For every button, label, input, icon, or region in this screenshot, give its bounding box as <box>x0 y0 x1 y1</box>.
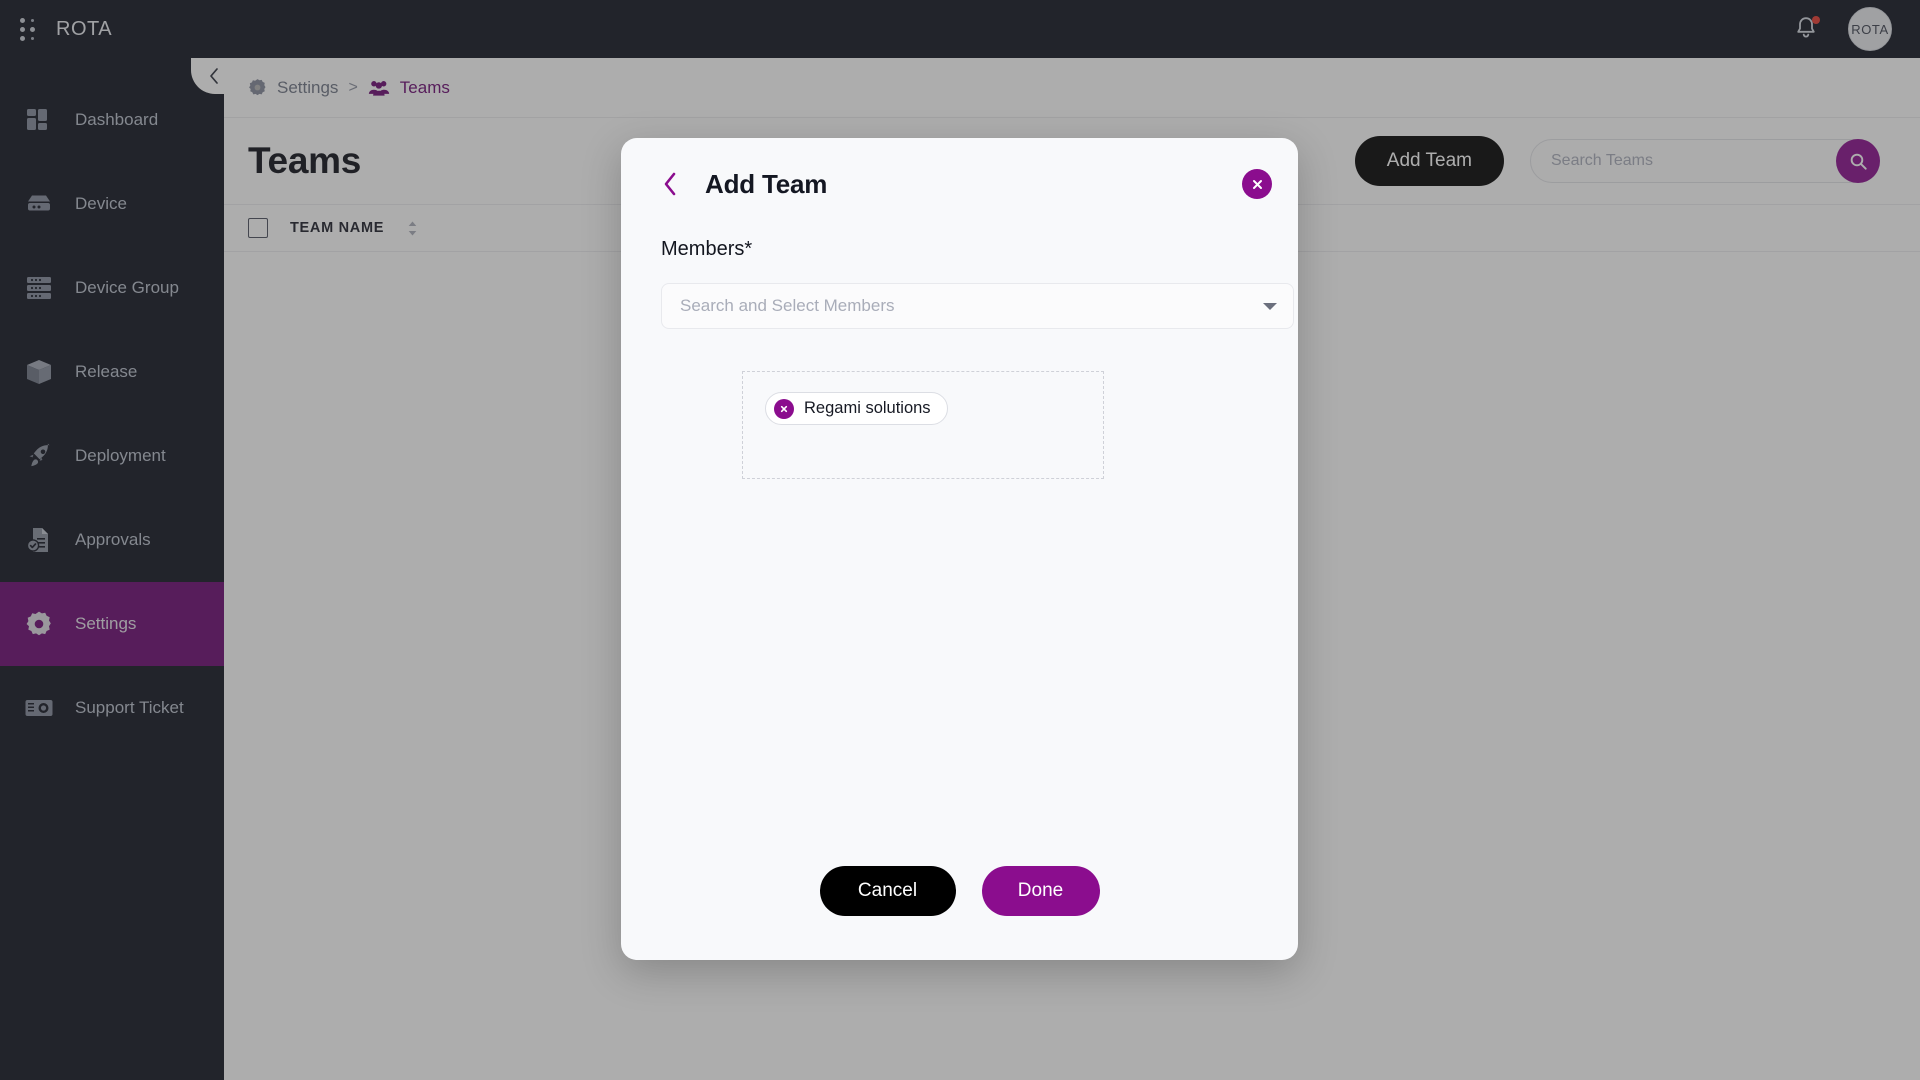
member-chip-label: Regami solutions <box>804 399 931 417</box>
remove-member-button[interactable] <box>774 398 794 419</box>
member-chip[interactable]: Regami solutions <box>765 392 948 425</box>
app-root: ROTA ROTA Dashboard Device Device Group … <box>0 0 1920 1080</box>
members-select-placeholder: Search and Select Members <box>680 296 895 315</box>
selected-members-area: Regami solutions <box>742 371 1104 479</box>
add-team-modal: Add Team Members* Search and Select Memb… <box>621 138 1298 960</box>
members-field-label: Members* <box>661 238 753 260</box>
modal-actions: Cancel Done <box>621 866 1298 916</box>
modal-close-button[interactable] <box>1242 169 1272 199</box>
done-button[interactable]: Done <box>981 866 1100 916</box>
close-x-icon <box>1252 179 1262 189</box>
cancel-button[interactable]: Cancel <box>819 866 956 916</box>
close-x-icon <box>780 405 788 412</box>
modal-title: Add Team <box>705 168 828 199</box>
chevron-left-icon <box>664 172 676 196</box>
modal-header: Add Team <box>647 138 1272 230</box>
members-select[interactable]: Search and Select Members <box>661 283 1294 329</box>
chevron-down-icon <box>1261 300 1279 312</box>
modal-back-button[interactable] <box>661 171 679 197</box>
